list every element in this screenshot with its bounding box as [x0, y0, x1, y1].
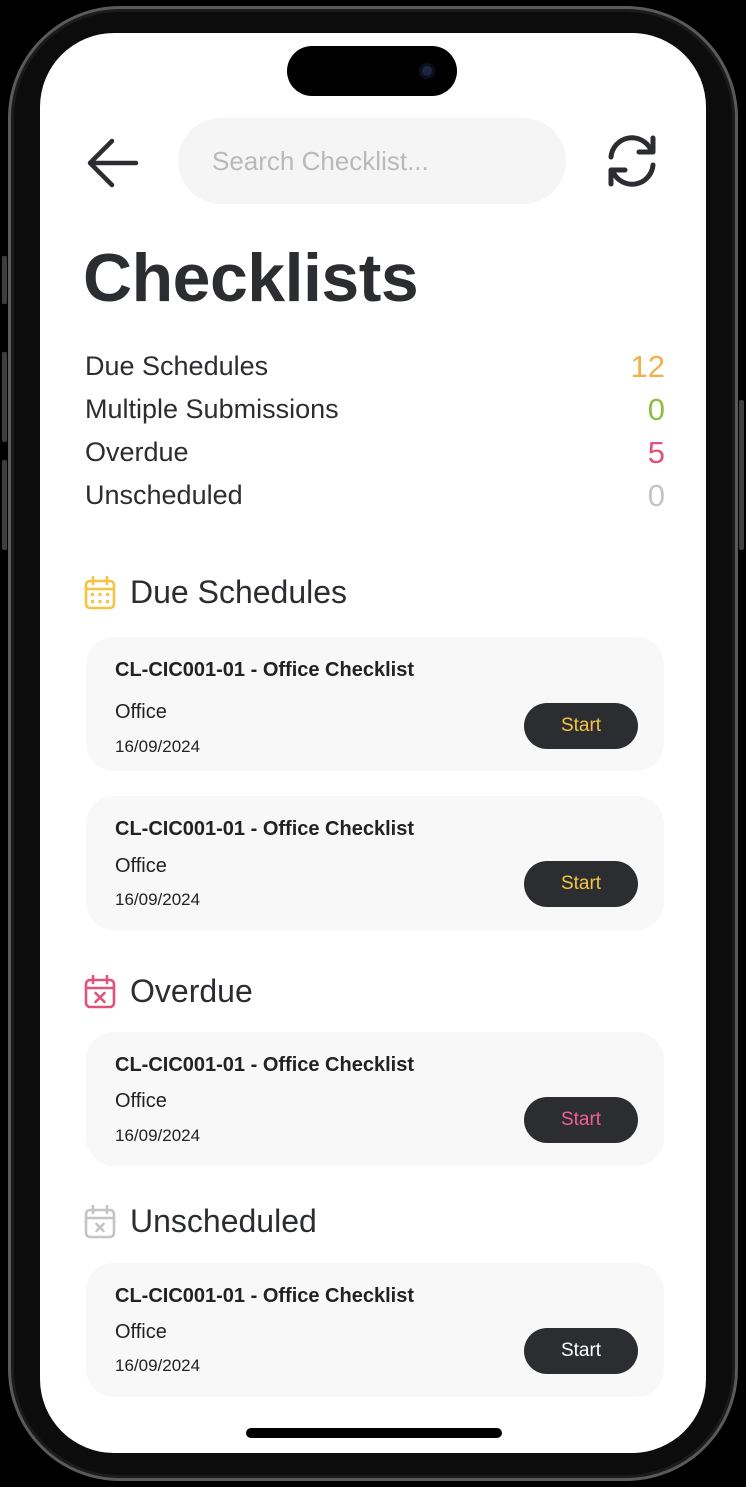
summary-count: 0 [647, 477, 665, 513]
section-header-due: Due Schedules [84, 574, 347, 611]
back-button[interactable] [84, 133, 144, 193]
start-button[interactable]: Start [524, 1328, 638, 1374]
section-title: Due Schedules [130, 574, 348, 610]
section-title: Unscheduled [130, 1203, 317, 1239]
summary-row-multiple[interactable]: Multiple Submissions 0 [85, 388, 665, 431]
card-date: 16/09/2024 [115, 1356, 201, 1375]
summary-count: 0 [647, 391, 665, 427]
summary-label: Unscheduled [85, 480, 243, 510]
card-date: 16/09/2024 [115, 890, 201, 909]
volume-up-button [2, 352, 7, 442]
card-date: 16/09/2024 [115, 737, 201, 756]
section-header-overdue: Overdue [84, 973, 253, 1010]
summary-row-overdue[interactable]: Overdue 5 [85, 431, 665, 474]
section-header-unscheduled: Unscheduled [84, 1203, 317, 1240]
arrow-left-icon [87, 138, 139, 188]
summary-list: Due Schedules 12 Multiple Submissions 0 … [85, 345, 665, 517]
card-location: Office [115, 855, 167, 877]
start-button[interactable]: Start [524, 1097, 638, 1143]
checklist-card[interactable]: CL-CIC001-01 - Office Checklist Office 1… [86, 1263, 664, 1397]
card-location: Office [115, 701, 167, 723]
checklist-card[interactable]: CL-CIC001-01 - Office Checklist Office 1… [86, 1032, 664, 1166]
summary-label: Overdue [85, 437, 189, 467]
camera-icon [419, 63, 435, 79]
phone-frame: Checklists Due Schedules 12 Multiple Sub… [0, 0, 746, 1487]
checklist-card[interactable]: CL-CIC001-01 - Office Checklist Office 1… [86, 796, 664, 930]
refresh-button[interactable] [600, 129, 664, 193]
summary-row-unscheduled[interactable]: Unscheduled 0 [85, 474, 665, 517]
summary-row-due[interactable]: Due Schedules 12 [85, 345, 665, 388]
page-title: Checklists [83, 240, 419, 316]
card-title: CL-CIC001-01 - Office Checklist [115, 659, 414, 681]
card-title: CL-CIC001-01 - Office Checklist [115, 1054, 414, 1076]
calendar-icon [84, 575, 116, 610]
summary-count: 5 [647, 434, 665, 470]
card-title: CL-CIC001-01 - Office Checklist [115, 1285, 414, 1307]
home-indicator[interactable] [246, 1428, 502, 1438]
start-button[interactable]: Start [524, 703, 638, 749]
start-button[interactable]: Start [524, 861, 638, 907]
checklist-card[interactable]: CL-CIC001-01 - Office Checklist Office 1… [86, 637, 664, 771]
dynamic-island [287, 46, 457, 96]
card-title: CL-CIC001-01 - Office Checklist [115, 818, 414, 840]
volume-down-button [2, 460, 7, 550]
summary-label: Multiple Submissions [85, 394, 339, 424]
card-location: Office [115, 1090, 167, 1112]
search-input[interactable] [178, 118, 566, 204]
action-button [2, 256, 7, 304]
power-button [739, 400, 744, 550]
card-location: Office [115, 1321, 167, 1343]
summary-label: Due Schedules [85, 351, 269, 381]
calendar-x-icon [84, 974, 116, 1009]
calendar-x-icon [84, 1204, 116, 1239]
refresh-icon [608, 135, 656, 187]
app-screen: Checklists Due Schedules 12 Multiple Sub… [40, 33, 706, 1453]
section-title: Overdue [130, 973, 253, 1009]
summary-count: 12 [630, 348, 665, 384]
card-date: 16/09/2024 [115, 1126, 201, 1145]
